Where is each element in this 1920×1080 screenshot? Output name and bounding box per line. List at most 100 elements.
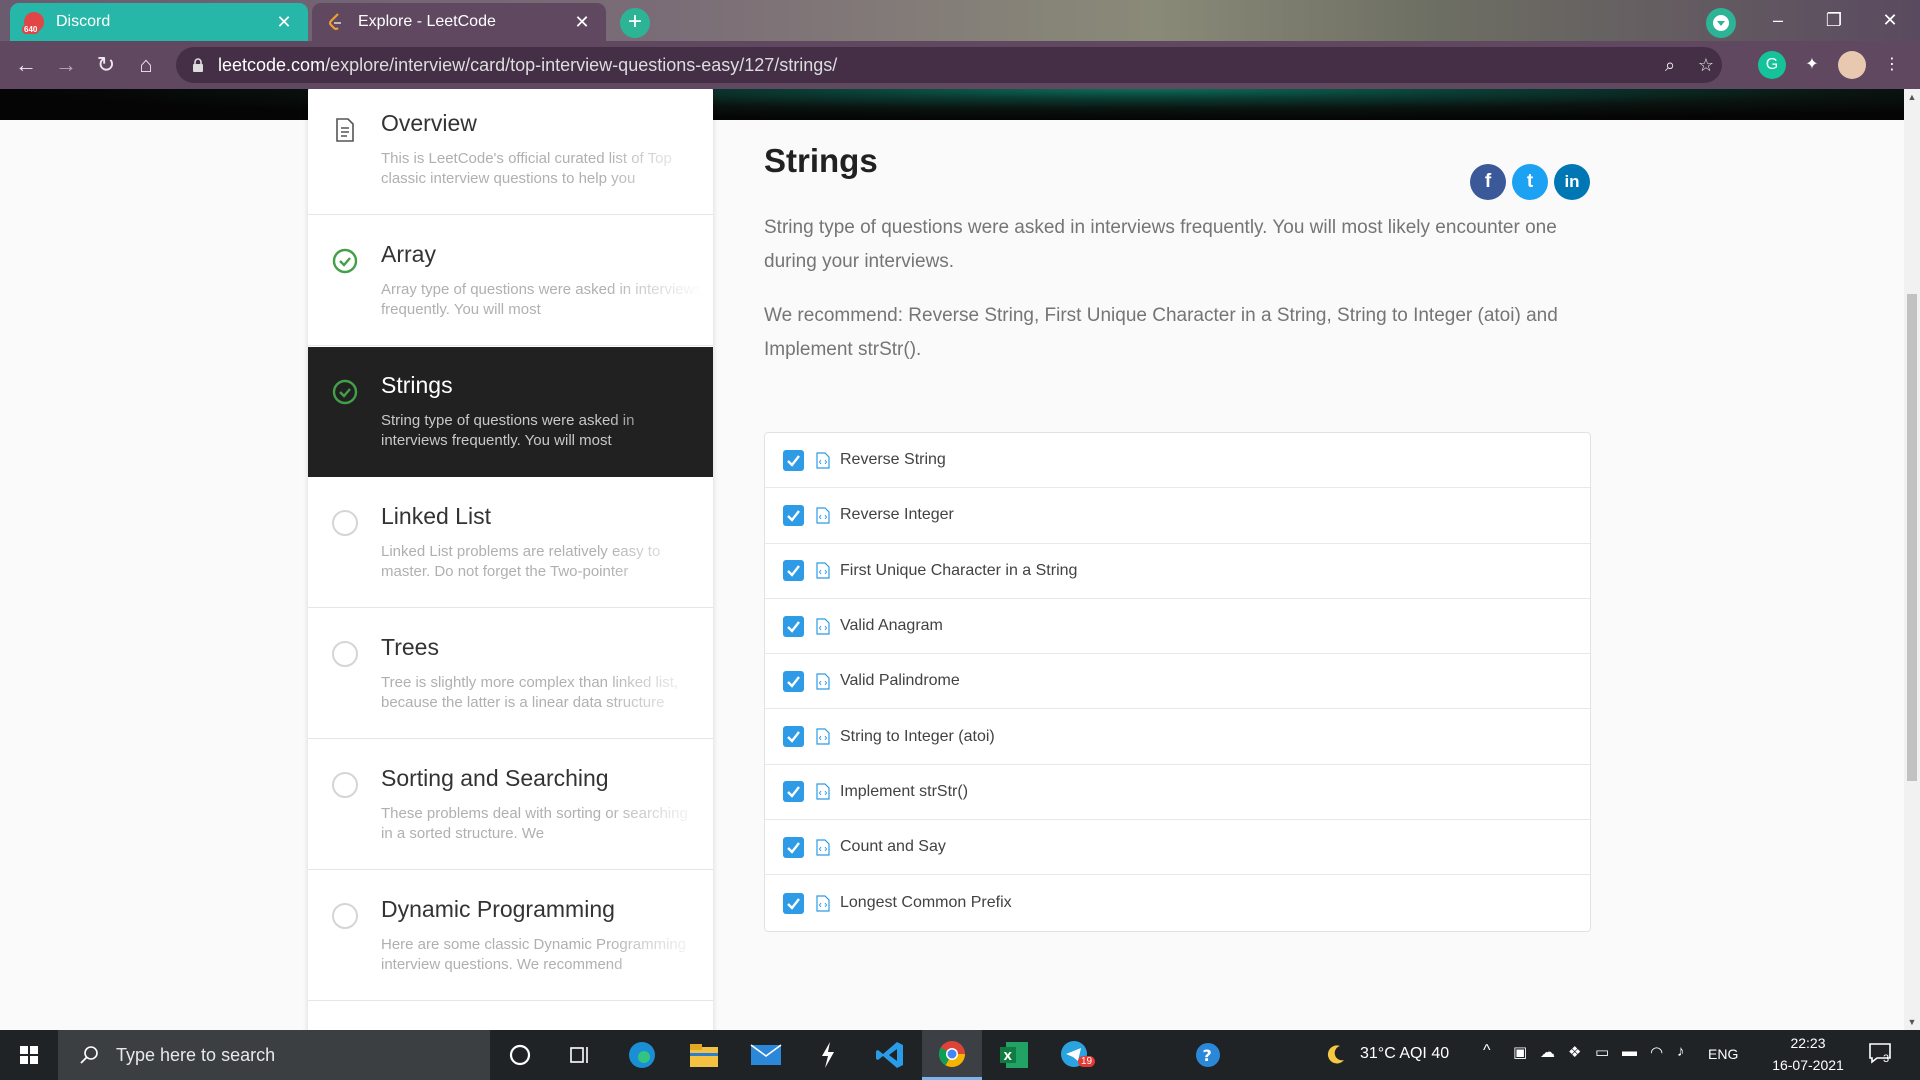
question-row[interactable]: Count and Say (765, 820, 1590, 876)
question-row[interactable]: First Unique Character in a String (765, 544, 1590, 599)
telegram-icon[interactable]: 19 (1046, 1030, 1106, 1080)
file-explorer-icon[interactable] (674, 1030, 734, 1080)
empty-circle-icon (332, 903, 358, 929)
volume-icon[interactable]: ♪ (1677, 1043, 1685, 1060)
page-content: Overview This is LeetCode's official cur… (0, 89, 1904, 1030)
minimize-button[interactable]: – (1750, 0, 1806, 41)
chapter-trees[interactable]: Trees Tree is slightly more complex than… (308, 609, 713, 739)
input-language[interactable]: ENG (1708, 1046, 1738, 1062)
chapter-description: These problems deal with sorting or sear… (381, 805, 688, 842)
vscode-icon[interactable] (860, 1030, 920, 1080)
notification-center-icon[interactable]: 3 (1868, 1042, 1896, 1068)
question-row[interactable]: Valid Palindrome (765, 654, 1590, 710)
search-placeholder: Type here to search (116, 1044, 276, 1065)
page-scrollbar[interactable]: ▲ ▼ (1904, 89, 1920, 1030)
facebook-share-icon[interactable]: f (1470, 164, 1506, 200)
task-view-icon[interactable] (550, 1030, 610, 1080)
bookmark-star-icon[interactable]: ☆ (1694, 53, 1718, 77)
windows-taskbar: Type here to search X 19 ? 31°C AQI 40 ^… (0, 1030, 1920, 1080)
close-window-button[interactable]: ✕ (1862, 0, 1918, 41)
code-document-icon (816, 617, 830, 635)
checked-icon (783, 670, 804, 692)
edge-icon[interactable] (612, 1030, 672, 1080)
chapter-array[interactable]: Array Array type of questions were asked… (308, 216, 713, 346)
chapter-linked-list[interactable]: Linked List Linked List problems are rel… (308, 478, 713, 608)
close-icon[interactable]: ✕ (572, 12, 592, 33)
chapter-title: Overview (381, 110, 477, 136)
question-title: Implement strStr() (840, 782, 969, 800)
url-host: leetcode.com (218, 55, 326, 75)
clock-date[interactable]: 16-07-2021 (1768, 1057, 1848, 1073)
url-text: leetcode.com/explore/interview/card/top-… (218, 55, 837, 76)
question-title: Reverse Integer (840, 506, 954, 524)
home-icon[interactable]: ⌂ (130, 49, 162, 81)
back-icon[interactable]: ← (10, 49, 42, 81)
code-document-icon (816, 673, 830, 690)
code-document-icon (816, 562, 830, 579)
close-icon[interactable]: ✕ (274, 12, 294, 33)
weather-text[interactable]: 31°C AQI 40 (1360, 1045, 1449, 1063)
checked-icon (783, 449, 804, 471)
document-icon (336, 118, 354, 142)
mail-icon[interactable] (736, 1030, 796, 1080)
extensions-puzzle-icon[interactable]: ✦ (1798, 51, 1826, 79)
question-row[interactable]: Valid Anagram (765, 599, 1590, 655)
wifi-icon[interactable]: ◠ (1650, 1043, 1663, 1061)
question-row[interactable]: Longest Common Prefix (765, 875, 1590, 930)
question-row[interactable]: Implement strStr() (765, 765, 1590, 821)
linkedin-share-icon[interactable]: in (1554, 164, 1590, 200)
chapter-dynamic-programming[interactable]: Dynamic Programming Here are some classi… (308, 871, 713, 1001)
question-title: Reverse String (840, 451, 946, 469)
grammarly-icon[interactable]: G (1758, 51, 1786, 79)
chapter-description: Tree is slightly more complex than linke… (381, 674, 679, 711)
meet-now-icon[interactable]: ▣ (1513, 1043, 1527, 1061)
dropbox-icon[interactable]: ❖ (1568, 1043, 1581, 1061)
chapter-title: Trees (381, 634, 439, 660)
page-title: Strings (764, 142, 878, 179)
check-circle-icon (332, 248, 358, 274)
question-row[interactable]: String to Integer (atoi) (765, 709, 1590, 765)
chapter-sorting-and-searching[interactable]: Sorting and Searching These problems dea… (308, 740, 713, 870)
restore-button[interactable]: ❐ (1806, 0, 1862, 41)
checked-icon (783, 892, 804, 914)
excel-icon[interactable]: X (984, 1030, 1044, 1080)
tab-discord[interactable]: 640 Discord ✕ (10, 3, 308, 41)
chapter-overview[interactable]: Overview This is LeetCode's official cur… (308, 89, 713, 215)
help-icon[interactable]: ? (1178, 1030, 1238, 1080)
taskbar-search-box[interactable]: Type here to search (58, 1030, 490, 1080)
windows-logo-icon (20, 1046, 38, 1064)
chapter-sidebar: Overview This is LeetCode's official cur… (308, 89, 713, 1030)
show-hidden-icons-icon[interactable]: ^ (1483, 1042, 1491, 1060)
profile-avatar[interactable] (1838, 51, 1866, 79)
menu-kebab-icon[interactable]: ⋮ (1878, 51, 1906, 79)
clock-time[interactable]: 22:23 (1773, 1035, 1843, 1051)
new-tab-button[interactable]: + (620, 8, 650, 38)
discord-badge: 640 (22, 25, 40, 34)
scroll-down-icon[interactable]: ▼ (1904, 1014, 1920, 1030)
tab-title: Discord (56, 13, 111, 30)
display-icon[interactable]: ▭ (1595, 1043, 1609, 1061)
code-document-icon (816, 452, 830, 469)
onedrive-cloud-icon[interactable]: ☁ (1540, 1043, 1555, 1061)
chapter-strings[interactable]: Strings String type of questions were as… (308, 347, 713, 477)
winamp-icon[interactable] (798, 1030, 858, 1080)
chapter-description: String type of questions were asked in i… (381, 412, 635, 449)
scrollbar-thumb[interactable] (1907, 294, 1917, 781)
tab-leetcode[interactable]: Explore - LeetCode ✕ (312, 3, 606, 41)
windows-start-button[interactable] (0, 1030, 58, 1080)
scroll-up-icon[interactable]: ▲ (1904, 89, 1920, 105)
battery-icon[interactable]: ▬ (1622, 1043, 1637, 1060)
twitter-share-icon[interactable]: t (1512, 164, 1548, 200)
chapter-description: This is LeetCode's official curated list… (381, 150, 672, 187)
reload-icon[interactable]: ↻ (90, 49, 122, 81)
chapter-recommendation: We recommend: Reverse String, First Uniq… (764, 305, 1558, 360)
address-bar[interactable]: leetcode.com/explore/interview/card/top-… (176, 47, 1722, 83)
cortana-icon[interactable] (490, 1030, 550, 1080)
zoom-icon[interactable]: ⌕ (1658, 53, 1682, 77)
forward-icon[interactable]: → (50, 49, 82, 81)
chrome-icon[interactable] (922, 1030, 982, 1080)
code-document-icon (816, 783, 830, 801)
question-row[interactable]: Reverse Integer (765, 488, 1590, 544)
chrome-profile-sync-icon[interactable] (1706, 8, 1736, 38)
question-row[interactable]: Reverse String (765, 433, 1590, 489)
